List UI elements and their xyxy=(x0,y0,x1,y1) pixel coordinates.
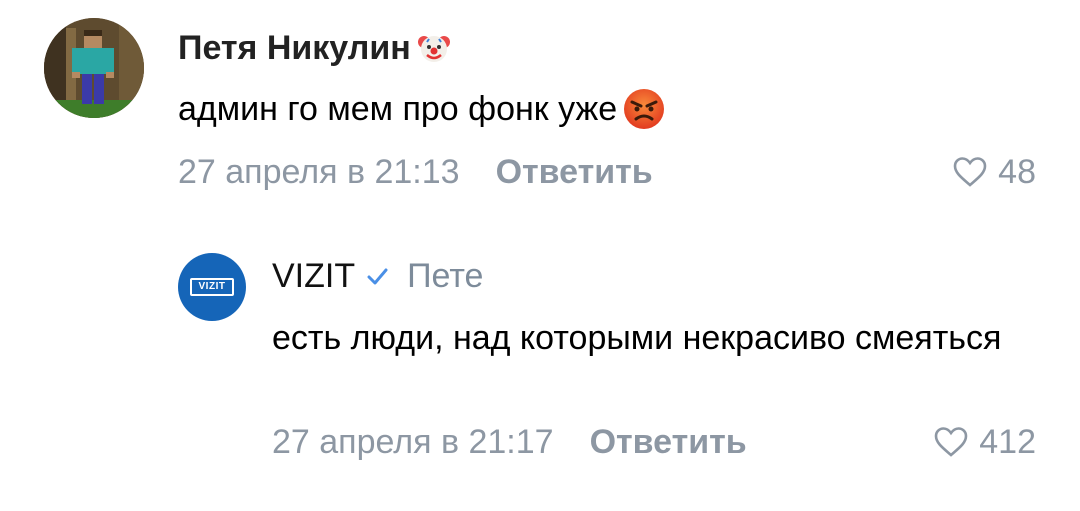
verified-check-icon xyxy=(367,268,388,285)
reply-comment: VIZIT VIZIT Пете есть люди, над которыми… xyxy=(0,0,1080,461)
comment-text: есть люди, над которыми некрасиво смеять… xyxy=(272,319,1002,357)
avatar[interactable]: VIZIT xyxy=(178,253,246,321)
reply-to-name[interactable]: Пете xyxy=(407,257,483,296)
author-name[interactable]: VIZIT xyxy=(272,257,355,296)
vizit-logo: VIZIT xyxy=(190,278,234,296)
heart-icon xyxy=(934,427,968,457)
like-count: 412 xyxy=(979,422,1036,461)
reply-button[interactable]: Ответить xyxy=(590,423,747,462)
like-button[interactable]: 412 xyxy=(933,420,1036,464)
author-row: VIZIT Пете xyxy=(272,254,483,298)
comment-date[interactable]: 27 апреля в 21:17 xyxy=(272,423,554,462)
comment-meta: 27 апреля в 21:17 Ответить xyxy=(272,420,747,464)
